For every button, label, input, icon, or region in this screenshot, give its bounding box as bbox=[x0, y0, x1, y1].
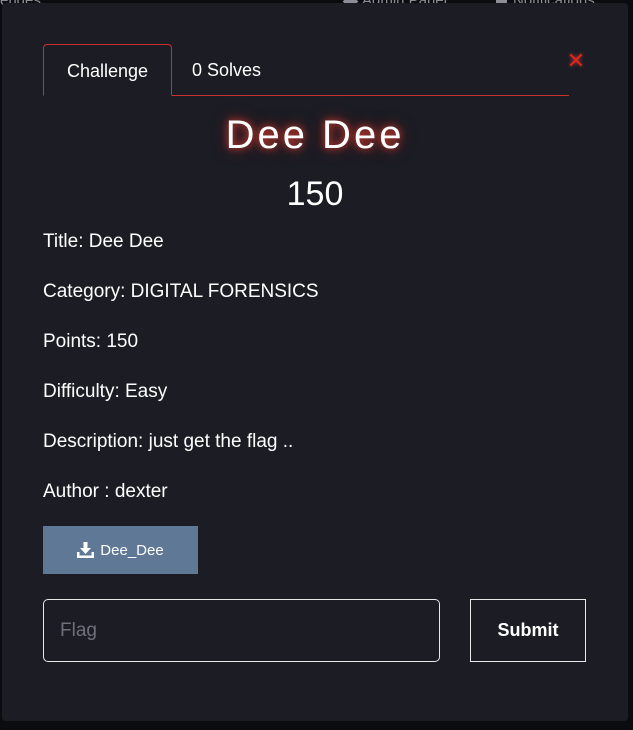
flag-input[interactable] bbox=[43, 599, 440, 662]
detail-description: Description: just get the flag .. bbox=[43, 431, 294, 452]
submit-button[interactable]: Submit bbox=[470, 599, 586, 662]
detail-difficulty: Difficulty: Easy bbox=[43, 381, 168, 402]
detail-points: Points: 150 bbox=[43, 331, 139, 352]
download-icon bbox=[77, 542, 95, 558]
file-download-button[interactable]: Dee_Dee bbox=[43, 526, 198, 574]
challenge-value: 150 bbox=[286, 175, 344, 213]
detail-author: Author : dexter bbox=[43, 481, 168, 502]
tab-challenge[interactable]: Challenge bbox=[43, 44, 172, 96]
close-icon[interactable]: ✕ bbox=[565, 50, 587, 72]
detail-title: Title: Dee Dee bbox=[43, 231, 164, 252]
detail-category: Category: DIGITAL FORENSICS bbox=[43, 281, 319, 302]
file-download-label: Dee_Dee bbox=[100, 541, 164, 559]
modal-tabs: Challenge 0 Solves bbox=[43, 44, 569, 96]
challenge-name: Dee Dee bbox=[225, 113, 405, 157]
tab-solves[interactable]: 0 Solves bbox=[192, 44, 261, 95]
challenge-modal: Challenge 0 Solves ✕ Dee Dee 150 Title: … bbox=[2, 3, 628, 721]
